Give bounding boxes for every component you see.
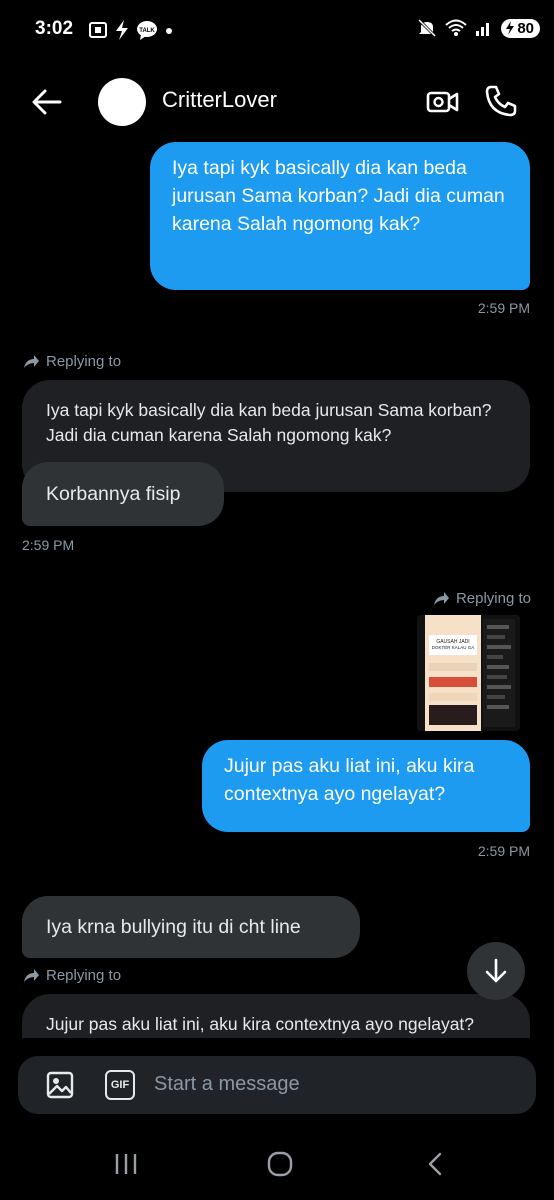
avatar[interactable] xyxy=(98,78,146,126)
message-timestamp: 2:59 PM xyxy=(477,843,530,859)
status-icons-right: 80 xyxy=(417,18,540,38)
gif-button[interactable]: GIF xyxy=(105,1070,135,1100)
conversation-title[interactable]: CritterLover xyxy=(162,87,277,113)
phone-icon xyxy=(485,85,517,117)
message-bubble-outgoing[interactable]: Jujur pas aku liat ini, aku kira context… xyxy=(202,740,530,832)
home-icon xyxy=(267,1151,293,1177)
image-icon xyxy=(46,1071,74,1099)
wifi-icon xyxy=(445,19,467,36)
svg-text:DOKTER KALAU GA: DOKTER KALAU GA xyxy=(432,645,475,650)
video-camera-icon xyxy=(426,91,459,113)
reply-arrow-icon xyxy=(24,354,39,368)
battery-badge: 80 xyxy=(501,18,540,38)
status-time: 3:02 xyxy=(35,18,74,39)
message-bubble-incoming[interactable]: Iya krna bullying itu di cht line xyxy=(22,896,360,958)
message-timestamp: 2:59 PM xyxy=(477,300,530,316)
battery-level: 80 xyxy=(517,19,534,37)
voice-message-button[interactable] xyxy=(482,1068,516,1102)
system-back-button[interactable] xyxy=(422,1150,450,1178)
add-image-button[interactable] xyxy=(44,1069,76,1101)
message-bubble-incoming[interactable]: Korbannya fisip xyxy=(22,462,224,526)
status-icons-left: TALK xyxy=(88,20,174,40)
replying-to-label: Replying to xyxy=(22,967,121,984)
message-input[interactable]: Start a message xyxy=(154,1073,300,1096)
charging-icon xyxy=(506,21,515,35)
reply-arrow-icon xyxy=(24,968,39,982)
signal-icon xyxy=(476,23,490,36)
voice-waveform-icon xyxy=(485,1071,513,1099)
replied-image-thumbnail[interactable]: GAUSAH JADI DOKTER KALAU GA xyxy=(417,615,520,731)
arrow-down-icon xyxy=(485,958,507,983)
scroll-to-bottom-button[interactable] xyxy=(467,942,525,1000)
bolt-icon xyxy=(116,20,128,40)
svg-text:TALK: TALK xyxy=(139,28,155,34)
home-button[interactable] xyxy=(266,1150,294,1178)
back-button[interactable] xyxy=(30,86,64,118)
dot-icon xyxy=(166,28,172,34)
arrow-left-icon xyxy=(32,89,62,115)
screenshot-icon xyxy=(89,22,107,38)
mute-icon xyxy=(418,18,437,38)
message-bubble-outgoing[interactable]: Iya tapi kyk basically dia kan beda juru… xyxy=(150,142,530,290)
recent-apps-button[interactable] xyxy=(112,1150,140,1178)
talk-icon: TALK xyxy=(137,21,157,40)
recent-apps-icon xyxy=(115,1154,137,1174)
video-call-button[interactable] xyxy=(425,84,461,120)
quoted-message[interactable]: Jujur pas aku liat ini, aku kira context… xyxy=(22,994,530,1038)
chevron-left-icon xyxy=(428,1152,442,1176)
reply-arrow-icon xyxy=(433,591,449,605)
replying-to-label: Replying to xyxy=(432,590,531,607)
quoted-message-clip: Jujur pas aku liat ini, aku kira context… xyxy=(22,994,530,1038)
system-navigation-bar xyxy=(0,1136,554,1200)
gif-label: GIF xyxy=(110,1079,130,1091)
message-timestamp: 2:59 PM xyxy=(22,537,75,553)
replying-to-label: Replying to xyxy=(22,353,121,370)
thumbnail-graphic: GAUSAH JADI DOKTER KALAU GA xyxy=(417,615,520,731)
voice-call-button[interactable] xyxy=(483,83,519,119)
